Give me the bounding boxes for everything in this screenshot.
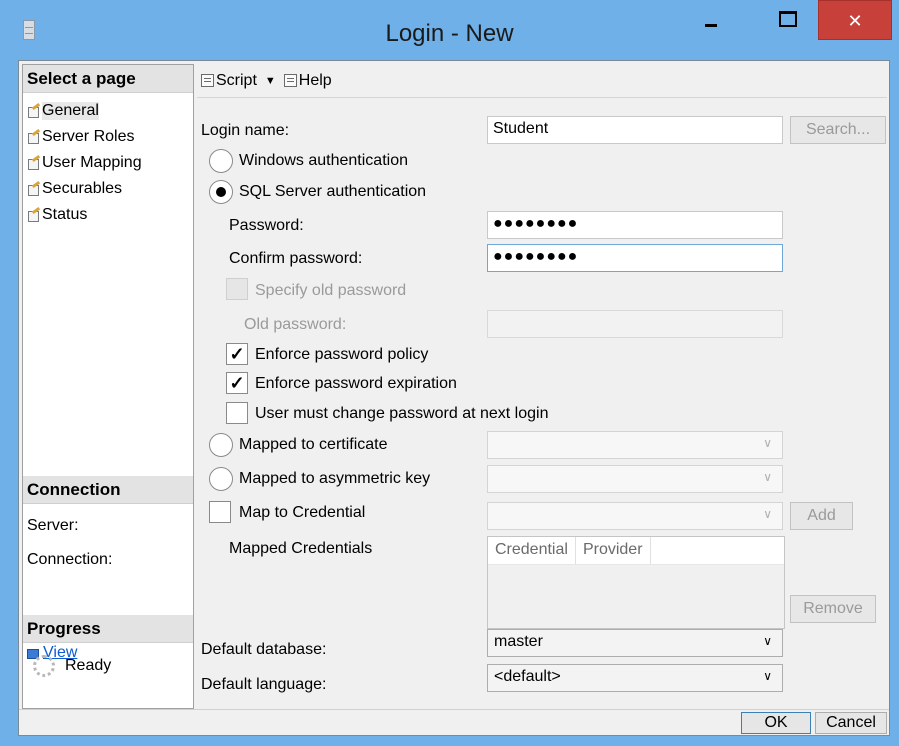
progress-header: Progress [23, 615, 193, 643]
chevron-down-icon: ∨ [763, 669, 772, 683]
progress-spinner-icon [33, 655, 55, 677]
page-item-label: General [42, 102, 99, 120]
help-label: Help [298, 71, 332, 89]
mapped-credentials-label: Mapped Credentials [229, 540, 373, 557]
mapped-cert-label: Mapped to certificate [239, 436, 388, 453]
title-bar: Login - New ✕ [0, 0, 899, 58]
chevron-down-icon: ∨ [763, 436, 772, 450]
chevron-down-icon: ∨ [763, 507, 772, 521]
sql-auth-label: SQL Server authentication [239, 183, 427, 200]
page-icon [27, 209, 40, 222]
confirm-password-label: Confirm password: [229, 250, 363, 267]
remove-credential-button[interactable]: Remove [790, 595, 876, 623]
page-item-general[interactable]: General [27, 98, 142, 124]
page-icon [27, 131, 40, 144]
specify-old-password-checkbox[interactable] [226, 278, 248, 300]
enforce-policy-checkbox[interactable]: ✓ [226, 343, 248, 365]
mapped-credentials-grid[interactable]: Credential Provider [487, 536, 785, 629]
map-credential-label: Map to Credential [239, 504, 366, 521]
windows-auth-radio[interactable] [209, 149, 233, 173]
default-database-value: master [494, 633, 543, 650]
general-page: Script ▼ Help Login name: Student Search… [197, 64, 887, 709]
page-item-label: Status [42, 206, 88, 223]
confirm-password-field[interactable]: ●●●●●●●● [487, 244, 783, 272]
page-item-securables[interactable]: Securables [27, 176, 142, 202]
chevron-down-icon: ∨ [763, 470, 772, 484]
default-database-select[interactable]: master ∨ [487, 629, 783, 657]
script-button[interactable]: Script [201, 72, 257, 90]
cancel-button[interactable]: Cancel [815, 712, 887, 734]
must-change-checkbox[interactable] [226, 402, 248, 424]
page-item-server-roles[interactable]: Server Roles [27, 124, 142, 150]
password-label: Password: [229, 217, 304, 234]
default-database-label: Default database: [201, 641, 327, 658]
add-credential-button[interactable]: Add [790, 502, 853, 530]
certificate-select[interactable]: ∨ [487, 431, 783, 459]
login-name-label: Login name: [201, 122, 290, 139]
connection-header: Connection [23, 476, 193, 504]
help-icon [283, 74, 297, 87]
must-change-label: User must change password at next login [255, 405, 549, 422]
page-item-user-mapping[interactable]: User Mapping [27, 150, 142, 176]
grid-header: Credential Provider [488, 537, 784, 565]
page-item-status[interactable]: Status [27, 202, 142, 228]
mapped-asym-key-label: Mapped to asymmetric key [239, 470, 431, 487]
asymmetric-key-select[interactable]: ∨ [487, 465, 783, 493]
mapped-cert-radio[interactable] [209, 433, 233, 457]
enforce-policy-label: Enforce password policy [255, 346, 429, 363]
server-label: Server: [27, 517, 79, 534]
minimize-button[interactable] [692, 0, 732, 40]
progress-status-text: Ready [65, 657, 112, 674]
maximize-button[interactable] [768, 0, 808, 40]
script-label: Script [216, 71, 257, 89]
windows-auth-label: Windows authentication [239, 152, 408, 169]
ok-button[interactable]: OK [741, 712, 811, 734]
enforce-expiration-checkbox[interactable]: ✓ [226, 372, 248, 394]
select-page-header: Select a page [23, 65, 193, 93]
page-item-label: User Mapping [42, 154, 142, 171]
default-language-value: <default> [494, 668, 561, 685]
script-icon [201, 74, 214, 87]
old-password-label: Old password: [244, 316, 347, 333]
mapped-asym-key-radio[interactable] [209, 467, 233, 491]
progress-status: Ready [33, 655, 111, 677]
script-dropdown-arrow-icon[interactable]: ▼ [265, 75, 276, 87]
grid-column-credential[interactable]: Credential [488, 537, 576, 564]
close-icon: ✕ [847, 11, 863, 31]
page-list: General Server Roles User Mapping Secura… [27, 98, 142, 228]
page-item-label: Securables [42, 180, 123, 197]
checkmark-icon: ✓ [229, 373, 245, 393]
chevron-down-icon: ∨ [763, 634, 772, 648]
page-icon [27, 183, 40, 196]
page-item-label: Server Roles [42, 128, 135, 145]
toolbar: Script ▼ Help [197, 64, 887, 98]
default-language-label: Default language: [201, 676, 327, 693]
grid-column-provider[interactable]: Provider [576, 537, 651, 564]
old-password-field[interactable] [487, 310, 783, 338]
specify-old-password-label: Specify old password [255, 282, 407, 299]
checkmark-icon: ✓ [229, 344, 245, 364]
page-icon [27, 157, 40, 170]
help-button[interactable]: Help [283, 71, 332, 90]
dialog-client: Select a page General Server Roles User … [18, 60, 890, 736]
enforce-expiration-label: Enforce password expiration [255, 375, 457, 392]
default-language-select[interactable]: <default> ∨ [487, 664, 783, 692]
left-pane: Select a page General Server Roles User … [22, 64, 194, 709]
dialog-footer: OK Cancel [19, 709, 889, 736]
password-field[interactable]: ●●●●●●●● [487, 211, 783, 239]
search-button[interactable]: Search... [790, 116, 886, 144]
close-button[interactable]: ✕ [818, 0, 892, 40]
connection-label: Connection: [27, 551, 113, 568]
page-icon [27, 105, 40, 118]
sql-auth-radio[interactable] [209, 180, 233, 204]
window-title: Login - New [385, 20, 514, 47]
map-credential-checkbox[interactable] [209, 501, 231, 523]
credential-select[interactable]: ∨ [487, 502, 783, 530]
login-name-input[interactable]: Student [487, 116, 783, 144]
